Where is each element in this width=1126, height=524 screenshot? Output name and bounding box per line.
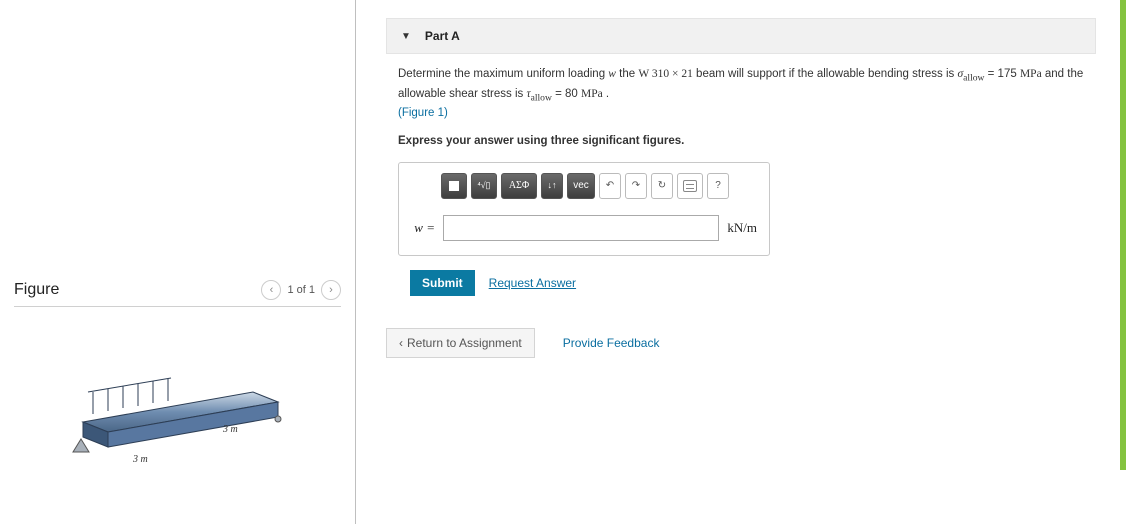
answer-input[interactable] — [443, 215, 719, 241]
svg-text:3 m: 3 m — [222, 424, 238, 435]
undo-button[interactable]: ↶ — [599, 173, 621, 199]
part-header[interactable]: ▼ Part A — [386, 18, 1096, 54]
help-button[interactable]: ? — [707, 173, 729, 199]
part-title: Part A — [425, 29, 460, 43]
variable-label: w = — [411, 218, 435, 238]
keyboard-button[interactable] — [677, 173, 703, 199]
unit-label: kN/m — [727, 218, 757, 238]
return-button[interactable]: ‹ Return to Assignment — [386, 328, 535, 358]
vector-button[interactable]: vec — [567, 173, 595, 199]
svg-text:3 m: 3 m — [132, 454, 148, 465]
subsup-button[interactable]: ↓↑ — [541, 173, 563, 199]
figure-pager: ‹ 1 of 1 › — [261, 280, 341, 300]
prev-figure-button[interactable]: ‹ — [261, 280, 281, 300]
keyboard-icon — [683, 180, 697, 192]
greek-button[interactable]: ΑΣΦ — [501, 173, 537, 199]
reset-button[interactable]: ↻ — [651, 173, 673, 199]
problem-statement: Determine the maximum uniform loading w … — [398, 66, 1084, 123]
redo-button[interactable]: ↷ — [625, 173, 647, 199]
figure-counter: 1 of 1 — [287, 284, 315, 296]
next-figure-button[interactable]: › — [321, 280, 341, 300]
chevron-left-icon: ‹ — [399, 336, 403, 350]
answer-box: ⁴√▯ ΑΣΦ ↓↑ vec ↶ ↷ ↻ ? w = kN/m — [398, 162, 770, 256]
figure-title: Figure — [14, 281, 59, 299]
instruction-text: Express your answer using three signific… — [398, 133, 1084, 150]
fraction-button[interactable]: ⁴√▯ — [471, 173, 497, 199]
submit-button[interactable]: Submit — [410, 270, 475, 296]
figure-link[interactable]: (Figure 1) — [398, 107, 448, 119]
figure-image: 3 m 3 m — [14, 357, 341, 467]
request-answer-link[interactable]: Request Answer — [489, 274, 576, 292]
accent-bar — [1120, 0, 1126, 470]
collapse-icon: ▼ — [401, 31, 411, 42]
provide-feedback-link[interactable]: Provide Feedback — [563, 336, 660, 350]
templates-button[interactable] — [441, 173, 467, 199]
